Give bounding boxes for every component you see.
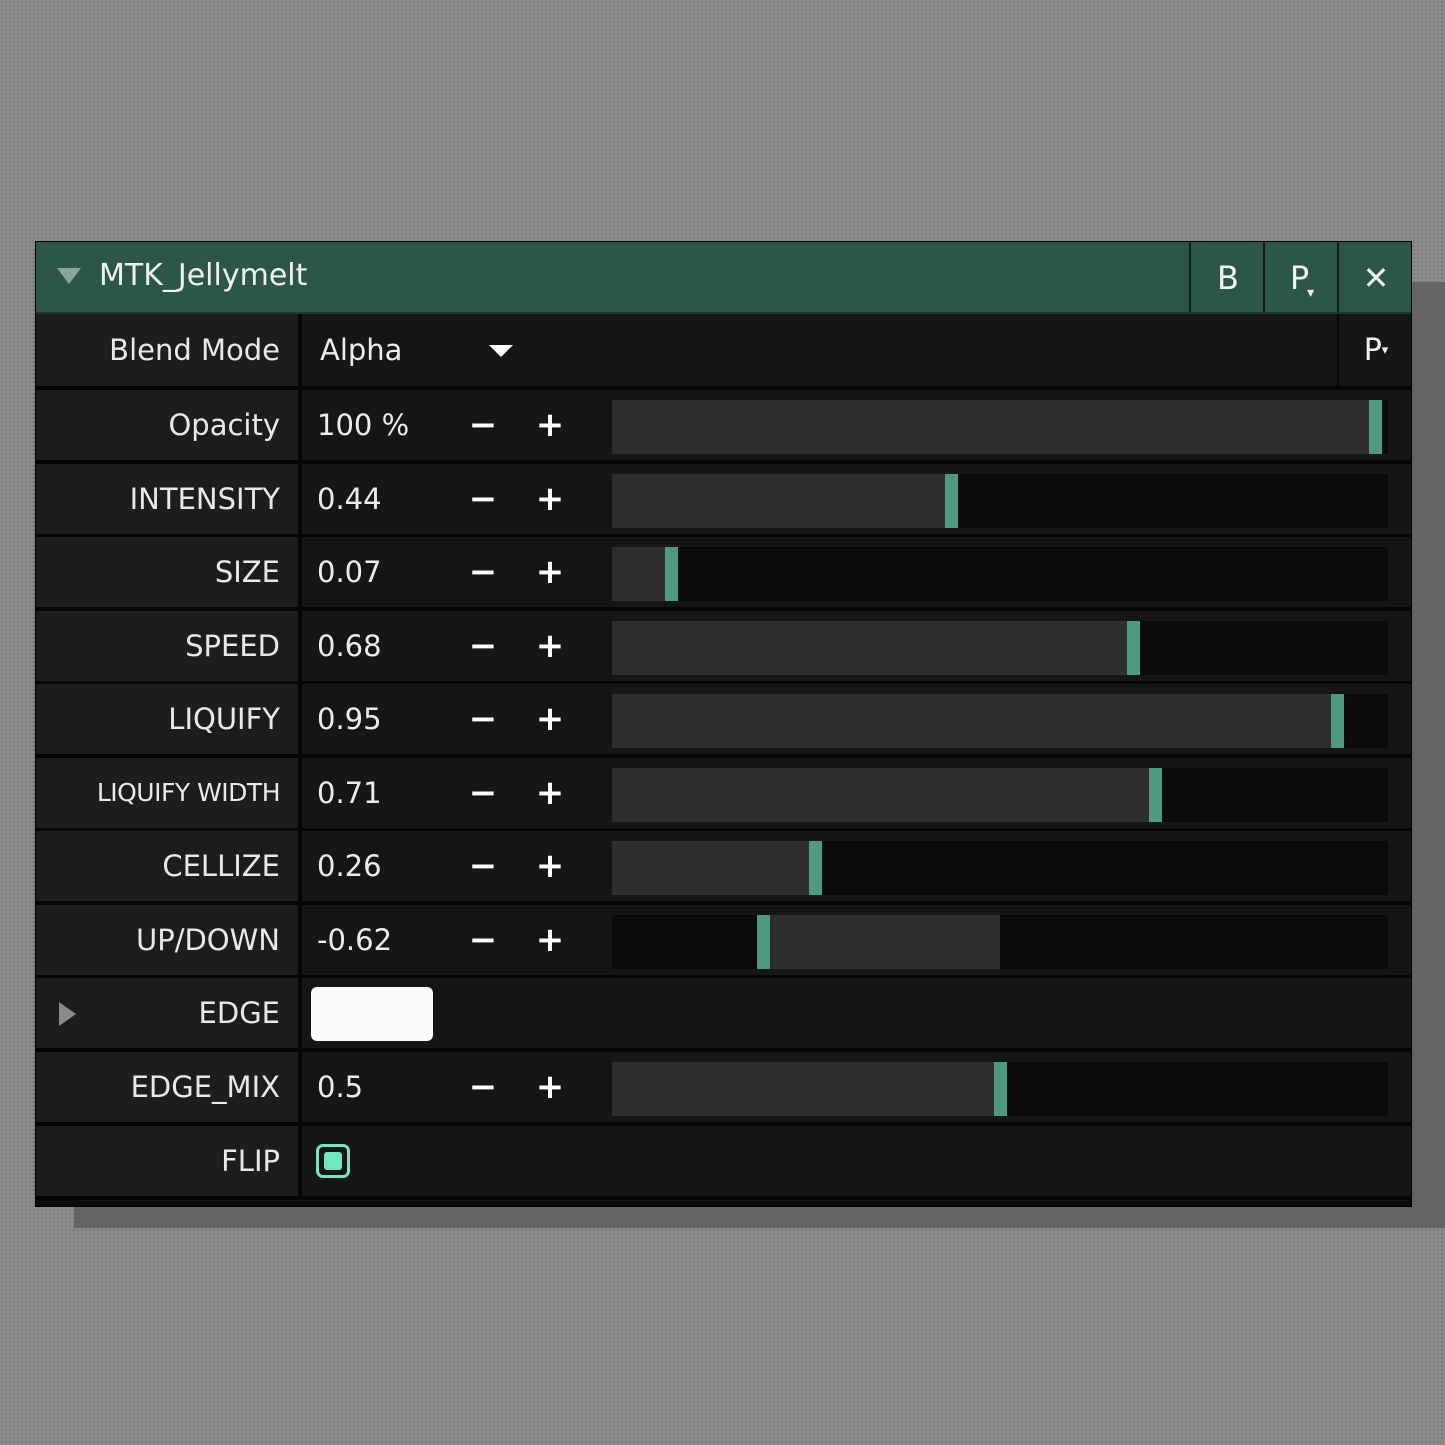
- cellize-label: CELLIZE: [36, 831, 302, 901]
- edge-row: EDGE: [36, 978, 1411, 1052]
- speed-slider-fill: [612, 620, 1140, 675]
- edge-mix-increment-button[interactable]: +: [530, 1052, 570, 1122]
- liquify-width-row: LIQUIFY WIDTH 0.71 − +: [36, 757, 1411, 832]
- edge-mix-decrement-button[interactable]: −: [463, 1052, 503, 1122]
- liquify-decrement-button[interactable]: −: [463, 684, 503, 754]
- intensity-row: INTENSITY 0.44 − +: [36, 463, 1411, 538]
- size-row: SIZE 0.07 − +: [36, 537, 1411, 611]
- up-down-slider-fill: [756, 914, 1000, 969]
- opacity-row: Opacity 100 % − +: [36, 390, 1411, 464]
- edge-mix-slider-fill: [612, 1062, 1007, 1116]
- size-increment-button[interactable]: +: [530, 537, 570, 607]
- flip-label: FLIP: [36, 1126, 302, 1196]
- liquify-slider-fill: [612, 694, 1345, 748]
- liquify-label: LIQUIFY: [36, 684, 302, 754]
- speed-decrement-button[interactable]: −: [463, 611, 503, 681]
- cellize-slider-fill: [612, 841, 822, 895]
- speed-slider-handle[interactable]: [1126, 620, 1140, 675]
- bypass-button[interactable]: B: [1189, 242, 1265, 312]
- edge-mix-slider[interactable]: [612, 1062, 1388, 1116]
- opacity-label: Opacity: [36, 390, 302, 460]
- opacity-value[interactable]: 100 %: [317, 390, 409, 460]
- liquify-row: LIQUIFY 0.95 − +: [36, 684, 1411, 758]
- liquify-increment-button[interactable]: +: [530, 684, 570, 754]
- cellize-decrement-button[interactable]: −: [463, 831, 503, 901]
- flip-checkbox[interactable]: [316, 1144, 350, 1178]
- up-down-label: UP/DOWN: [36, 904, 302, 975]
- title-bar: MTK_Jellymelt B P▾ ✕: [36, 242, 1411, 314]
- up-down-slider-handle[interactable]: [756, 914, 770, 969]
- liquify-slider-handle[interactable]: [1331, 694, 1345, 748]
- edge-mix-slider-handle[interactable]: [993, 1062, 1007, 1116]
- effect-title: MTK_Jellymelt: [99, 258, 308, 293]
- liquify-value[interactable]: 0.95: [317, 684, 382, 754]
- opacity-increment-button[interactable]: +: [530, 390, 570, 460]
- size-value[interactable]: 0.07: [317, 537, 382, 607]
- edge-mix-row: EDGE_MIX 0.5 − +: [36, 1052, 1411, 1126]
- intensity-increment-button[interactable]: +: [530, 464, 570, 534]
- liquify-width-slider-fill: [612, 767, 1163, 822]
- liquify-width-decrement-button[interactable]: −: [463, 758, 503, 828]
- close-button[interactable]: ✕: [1337, 242, 1413, 312]
- intensity-decrement-button[interactable]: −: [463, 464, 503, 534]
- blend-preset-dropdown-icon: ▾: [1381, 342, 1389, 358]
- intensity-label: INTENSITY: [36, 463, 302, 534]
- collapse-caret-icon[interactable]: [57, 268, 81, 284]
- liquify-width-slider[interactable]: [612, 767, 1388, 822]
- speed-value[interactable]: 0.68: [317, 611, 382, 681]
- liquify-slider[interactable]: [612, 694, 1388, 748]
- cellize-increment-button[interactable]: +: [530, 831, 570, 901]
- blend-mode-row: Blend Mode Alpha P ▾: [36, 314, 1411, 390]
- cellize-slider-handle[interactable]: [808, 841, 822, 895]
- size-slider[interactable]: [612, 547, 1388, 601]
- preset-dropdown-icon: ▾: [1307, 285, 1315, 301]
- blend-preset-button[interactable]: P ▾: [1337, 314, 1413, 386]
- opacity-decrement-button[interactable]: −: [463, 390, 503, 460]
- chevron-down-icon[interactable]: [489, 345, 513, 357]
- preset-button[interactable]: P▾: [1263, 242, 1339, 312]
- flip-row: FLIP: [36, 1126, 1411, 1200]
- intensity-slider-handle[interactable]: [945, 473, 959, 528]
- up-down-slider[interactable]: [612, 914, 1388, 969]
- edge-color-swatch[interactable]: [311, 987, 433, 1041]
- liquify-width-slider-handle[interactable]: [1149, 767, 1163, 822]
- intensity-value[interactable]: 0.44: [317, 464, 382, 534]
- speed-label: SPEED: [36, 610, 302, 681]
- opacity-slider-handle[interactable]: [1369, 400, 1382, 454]
- size-label: SIZE: [36, 537, 302, 607]
- edge-mix-value[interactable]: 0.5: [317, 1052, 363, 1122]
- cellize-slider[interactable]: [612, 841, 1388, 895]
- close-icon: ✕: [1362, 259, 1390, 297]
- size-slider-handle[interactable]: [664, 547, 678, 601]
- edge-mix-label: EDGE_MIX: [36, 1052, 302, 1122]
- up-down-value[interactable]: -0.62: [317, 905, 392, 975]
- intensity-slider[interactable]: [612, 473, 1388, 528]
- liquify-width-value[interactable]: 0.71: [317, 758, 382, 828]
- speed-slider[interactable]: [612, 620, 1388, 675]
- bypass-label: B: [1217, 259, 1239, 297]
- blend-mode-dropdown[interactable]: Alpha: [320, 314, 402, 386]
- intensity-slider-fill: [612, 473, 959, 528]
- size-decrement-button[interactable]: −: [463, 537, 503, 607]
- effect-panel: MTK_Jellymelt B P▾ ✕ Blend Mode Alpha P ▾…: [35, 241, 1412, 1207]
- speed-increment-button[interactable]: +: [530, 611, 570, 681]
- cellize-value[interactable]: 0.26: [317, 831, 382, 901]
- blend-preset-label: P: [1363, 332, 1382, 368]
- expand-caret-icon[interactable]: [59, 1002, 76, 1026]
- blend-mode-label: Blend Mode: [36, 314, 302, 386]
- up-down-increment-button[interactable]: +: [530, 905, 570, 975]
- opacity-slider[interactable]: [612, 400, 1388, 454]
- opacity-slider-fill: [612, 400, 1382, 454]
- up-down-row: UP/DOWN -0.62 − +: [36, 904, 1411, 979]
- checkbox-check-icon: [324, 1152, 342, 1170]
- liquify-width-label: LIQUIFY WIDTH: [36, 757, 302, 828]
- blend-mode-value: Alpha: [320, 333, 403, 367]
- cellize-row: CELLIZE 0.26 − +: [36, 831, 1411, 905]
- up-down-decrement-button[interactable]: −: [463, 905, 503, 975]
- speed-row: SPEED 0.68 − +: [36, 610, 1411, 685]
- liquify-width-increment-button[interactable]: +: [530, 758, 570, 828]
